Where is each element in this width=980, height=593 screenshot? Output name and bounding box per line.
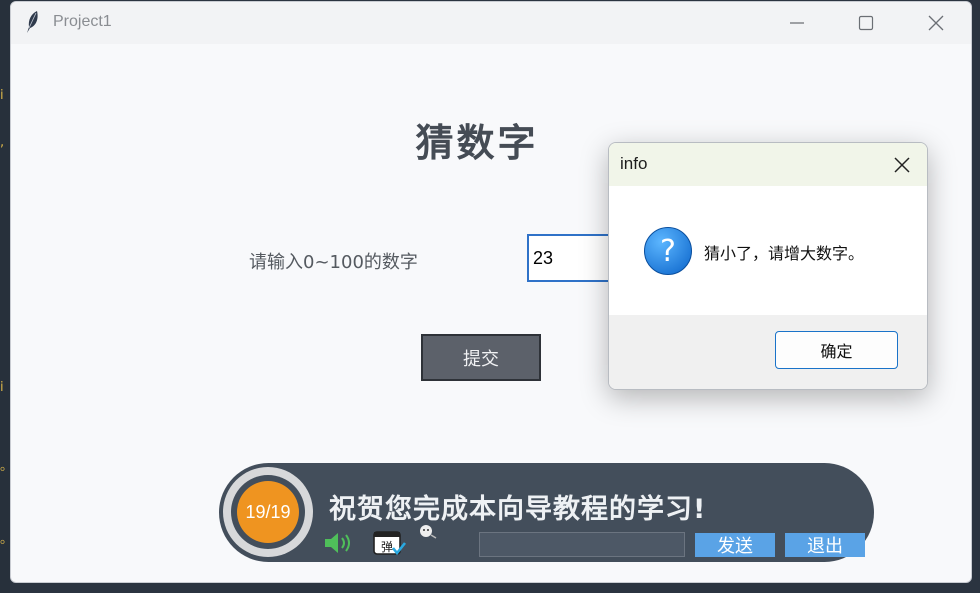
page-title: 猜数字 (415, 121, 539, 165)
dialog-titlebar[interactable]: info (609, 143, 927, 186)
progress-badge: 19/19 (237, 481, 299, 543)
dialog-close-button[interactable] (885, 149, 919, 181)
close-icon (894, 157, 910, 173)
submit-button[interactable]: 提交 (421, 334, 541, 381)
editor-glyph: , (0, 135, 5, 150)
close-icon (928, 15, 944, 31)
dialog-title: info (620, 154, 648, 173)
close-button[interactable] (913, 2, 959, 44)
question-icon: ? (644, 227, 692, 275)
maximize-button[interactable] (843, 2, 889, 44)
number-prompt-label: 请输入0~100的数字 (249, 252, 418, 273)
tutorial-banner: 19/19 祝贺您完成本向导教程的学习! 弹 发送 退出 (219, 463, 874, 562)
send-button[interactable]: 发送 (695, 533, 775, 557)
editor-glyph: i (0, 88, 4, 103)
chat-input[interactable] (479, 532, 685, 557)
banner-message: 祝贺您完成本向导教程的学习! (329, 494, 707, 525)
editor-glyph: i (0, 380, 4, 395)
progress-inner-ring: 19/19 (231, 475, 305, 549)
minimize-button[interactable] (774, 2, 820, 44)
window-titlebar[interactable]: Project1 (11, 2, 971, 44)
progress-ring: 19/19 (223, 467, 313, 557)
dialog-message: 猜小了，请增大数字。 (704, 244, 865, 263)
info-dialog: info ? 猜小了，请增大数字。 确定 (608, 142, 928, 390)
emoji-icon[interactable] (419, 524, 437, 540)
exit-button[interactable]: 退出 (785, 533, 865, 557)
feather-icon (27, 11, 38, 33)
danmaku-icon[interactable]: 弹 (373, 529, 407, 557)
window-title: Project1 (53, 13, 112, 30)
speaker-icon[interactable] (323, 530, 355, 556)
background-editor-strip: i , i 。 。 (0, 0, 13, 593)
minimize-icon (790, 22, 804, 24)
maximize-icon (858, 15, 874, 31)
dialog-footer: 确定 (609, 315, 927, 389)
svg-text:弹: 弹 (381, 540, 393, 554)
ok-button[interactable]: 确定 (775, 331, 898, 369)
